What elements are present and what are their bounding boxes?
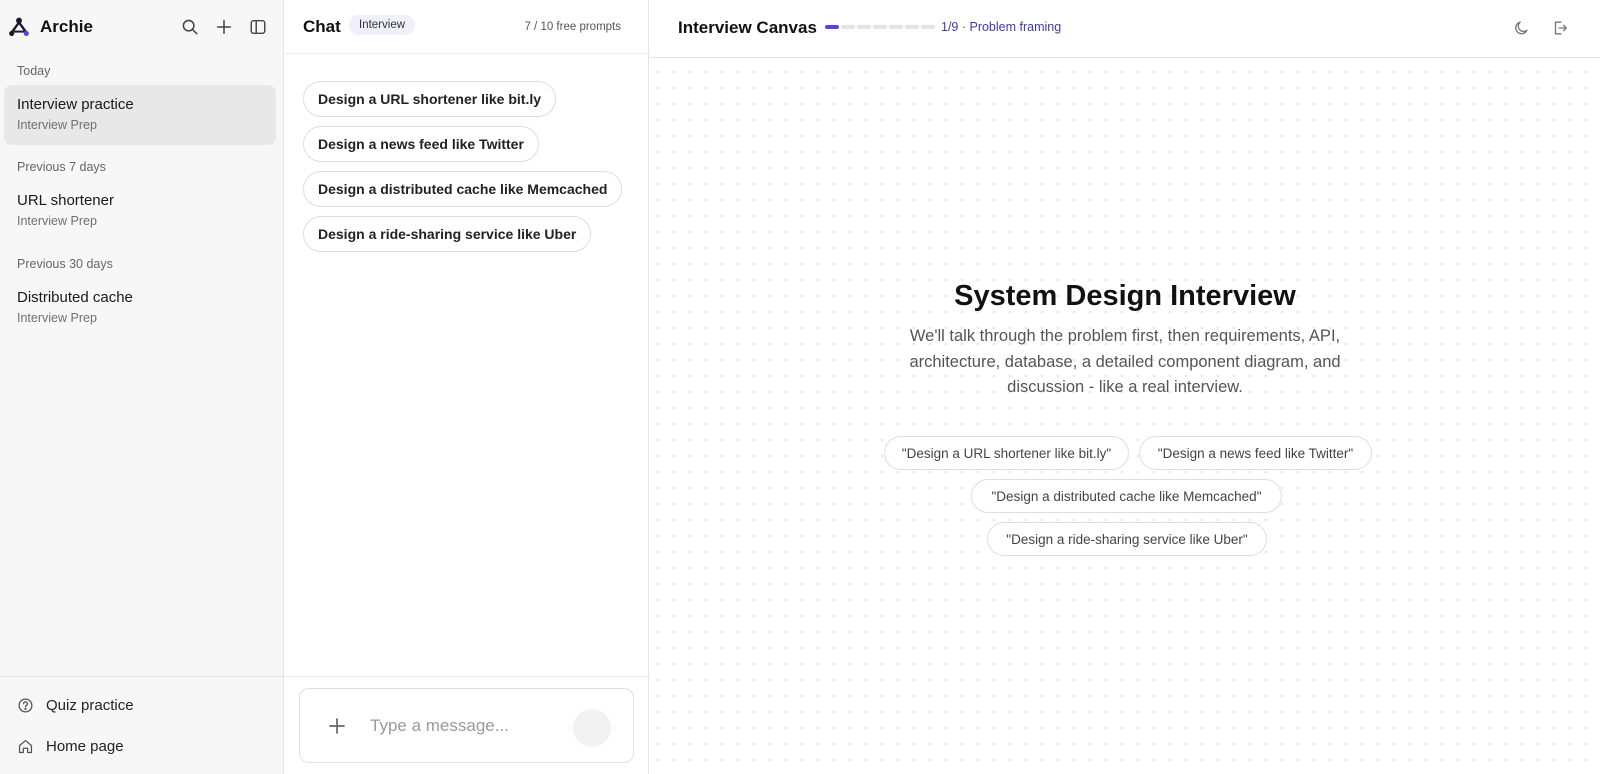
brand[interactable]: Archie bbox=[8, 16, 93, 38]
new-chat-plus-icon[interactable] bbox=[214, 17, 234, 37]
progress-segment bbox=[857, 25, 871, 29]
quiz-practice-link[interactable]: Quiz practice bbox=[17, 697, 134, 714]
sidebar-item-title: URL shortener bbox=[17, 192, 114, 209]
step-label[interactable]: 1/9 · Problem framing bbox=[941, 20, 1061, 34]
sidebar-item-subtitle: Interview Prep bbox=[17, 118, 97, 132]
suggestion-button[interactable]: Design a news feed like Twitter bbox=[303, 126, 539, 162]
composer bbox=[299, 688, 634, 763]
canvas-actions bbox=[1512, 18, 1570, 38]
progress-segment bbox=[921, 25, 935, 29]
sidebar-footer: Quiz practice Home page bbox=[0, 676, 284, 774]
sidebar: Archie Today Interview practice Intervie… bbox=[0, 0, 284, 774]
suggestion-button[interactable]: Design a distributed cache like Memcache… bbox=[303, 171, 623, 207]
sidebar-item-url-shortener[interactable]: URL shortener Interview Prep bbox=[4, 181, 276, 241]
logout-icon[interactable] bbox=[1550, 18, 1570, 38]
example-prompt-chip[interactable]: "Design a URL shortener like bit.ly" bbox=[884, 436, 1129, 470]
progress-segment bbox=[873, 25, 887, 29]
sidebar-header: Archie bbox=[0, 0, 284, 56]
progress-segment bbox=[841, 25, 855, 29]
toggle-sidebar-icon[interactable] bbox=[248, 17, 268, 37]
brand-name: Archie bbox=[40, 17, 93, 36]
canvas-header: Interview Canvas 1/9 · Problem framing bbox=[650, 0, 1600, 58]
group-label-previous-30-days: Previous 30 days bbox=[17, 257, 113, 271]
sidebar-item-subtitle: Interview Prep bbox=[17, 311, 97, 325]
chat-panel: Chat Interview 7 / 10 free prompts Desig… bbox=[285, 0, 649, 774]
search-icon[interactable] bbox=[180, 17, 200, 37]
interview-canvas: Interview Canvas 1/9 · Problem framing S… bbox=[650, 0, 1600, 774]
sidebar-item-distributed-cache[interactable]: Distributed cache Interview Prep bbox=[4, 278, 276, 338]
sidebar-actions bbox=[180, 17, 268, 37]
canvas-title: Interview Canvas bbox=[678, 18, 817, 37]
progress-segment bbox=[905, 25, 919, 29]
attach-plus-icon[interactable] bbox=[326, 715, 348, 737]
home-page-label: Home page bbox=[46, 738, 124, 755]
progress-segment bbox=[825, 25, 839, 29]
hero-title: System Design Interview bbox=[954, 280, 1296, 312]
example-prompt-chip[interactable]: "Design a distributed cache like Memcach… bbox=[971, 479, 1282, 513]
quiz-practice-label: Quiz practice bbox=[46, 697, 134, 714]
sidebar-item-title: Interview practice bbox=[17, 96, 134, 113]
mode-badge: Interview bbox=[349, 15, 416, 35]
chat-header: Chat Interview 7 / 10 free prompts bbox=[285, 0, 649, 54]
group-label-previous-7-days: Previous 7 days bbox=[17, 160, 106, 174]
composer-area bbox=[285, 676, 649, 774]
hero-description: We'll talk through the problem first, th… bbox=[909, 327, 1341, 396]
chat-title: Chat bbox=[303, 17, 341, 36]
sidebar-item-title: Distributed cache bbox=[17, 289, 133, 306]
progress-bar bbox=[825, 25, 935, 29]
suggestion-button[interactable]: Design a ride-sharing service like Uber bbox=[303, 216, 592, 252]
help-circle-icon bbox=[18, 698, 33, 713]
message-input[interactable] bbox=[370, 713, 560, 739]
example-prompt-chip[interactable]: "Design a ride-sharing service like Uber… bbox=[987, 522, 1267, 556]
sidebar-item-interview-practice[interactable]: Interview practice Interview Prep bbox=[4, 85, 276, 145]
sidebar-item-subtitle: Interview Prep bbox=[17, 214, 97, 228]
archie-logo-icon bbox=[9, 17, 29, 36]
home-icon bbox=[18, 739, 33, 754]
send-button[interactable] bbox=[573, 709, 611, 747]
home-page-link[interactable]: Home page bbox=[17, 738, 124, 755]
prompt-quota: 7 / 10 free prompts bbox=[524, 21, 621, 33]
group-label-today: Today bbox=[17, 64, 51, 78]
suggestion-button[interactable]: Design a URL shortener like bit.ly bbox=[303, 81, 557, 117]
progress-segment bbox=[889, 25, 903, 29]
example-prompt-chip[interactable]: "Design a news feed like Twitter" bbox=[1139, 436, 1372, 470]
dark-mode-moon-icon[interactable] bbox=[1512, 18, 1532, 38]
